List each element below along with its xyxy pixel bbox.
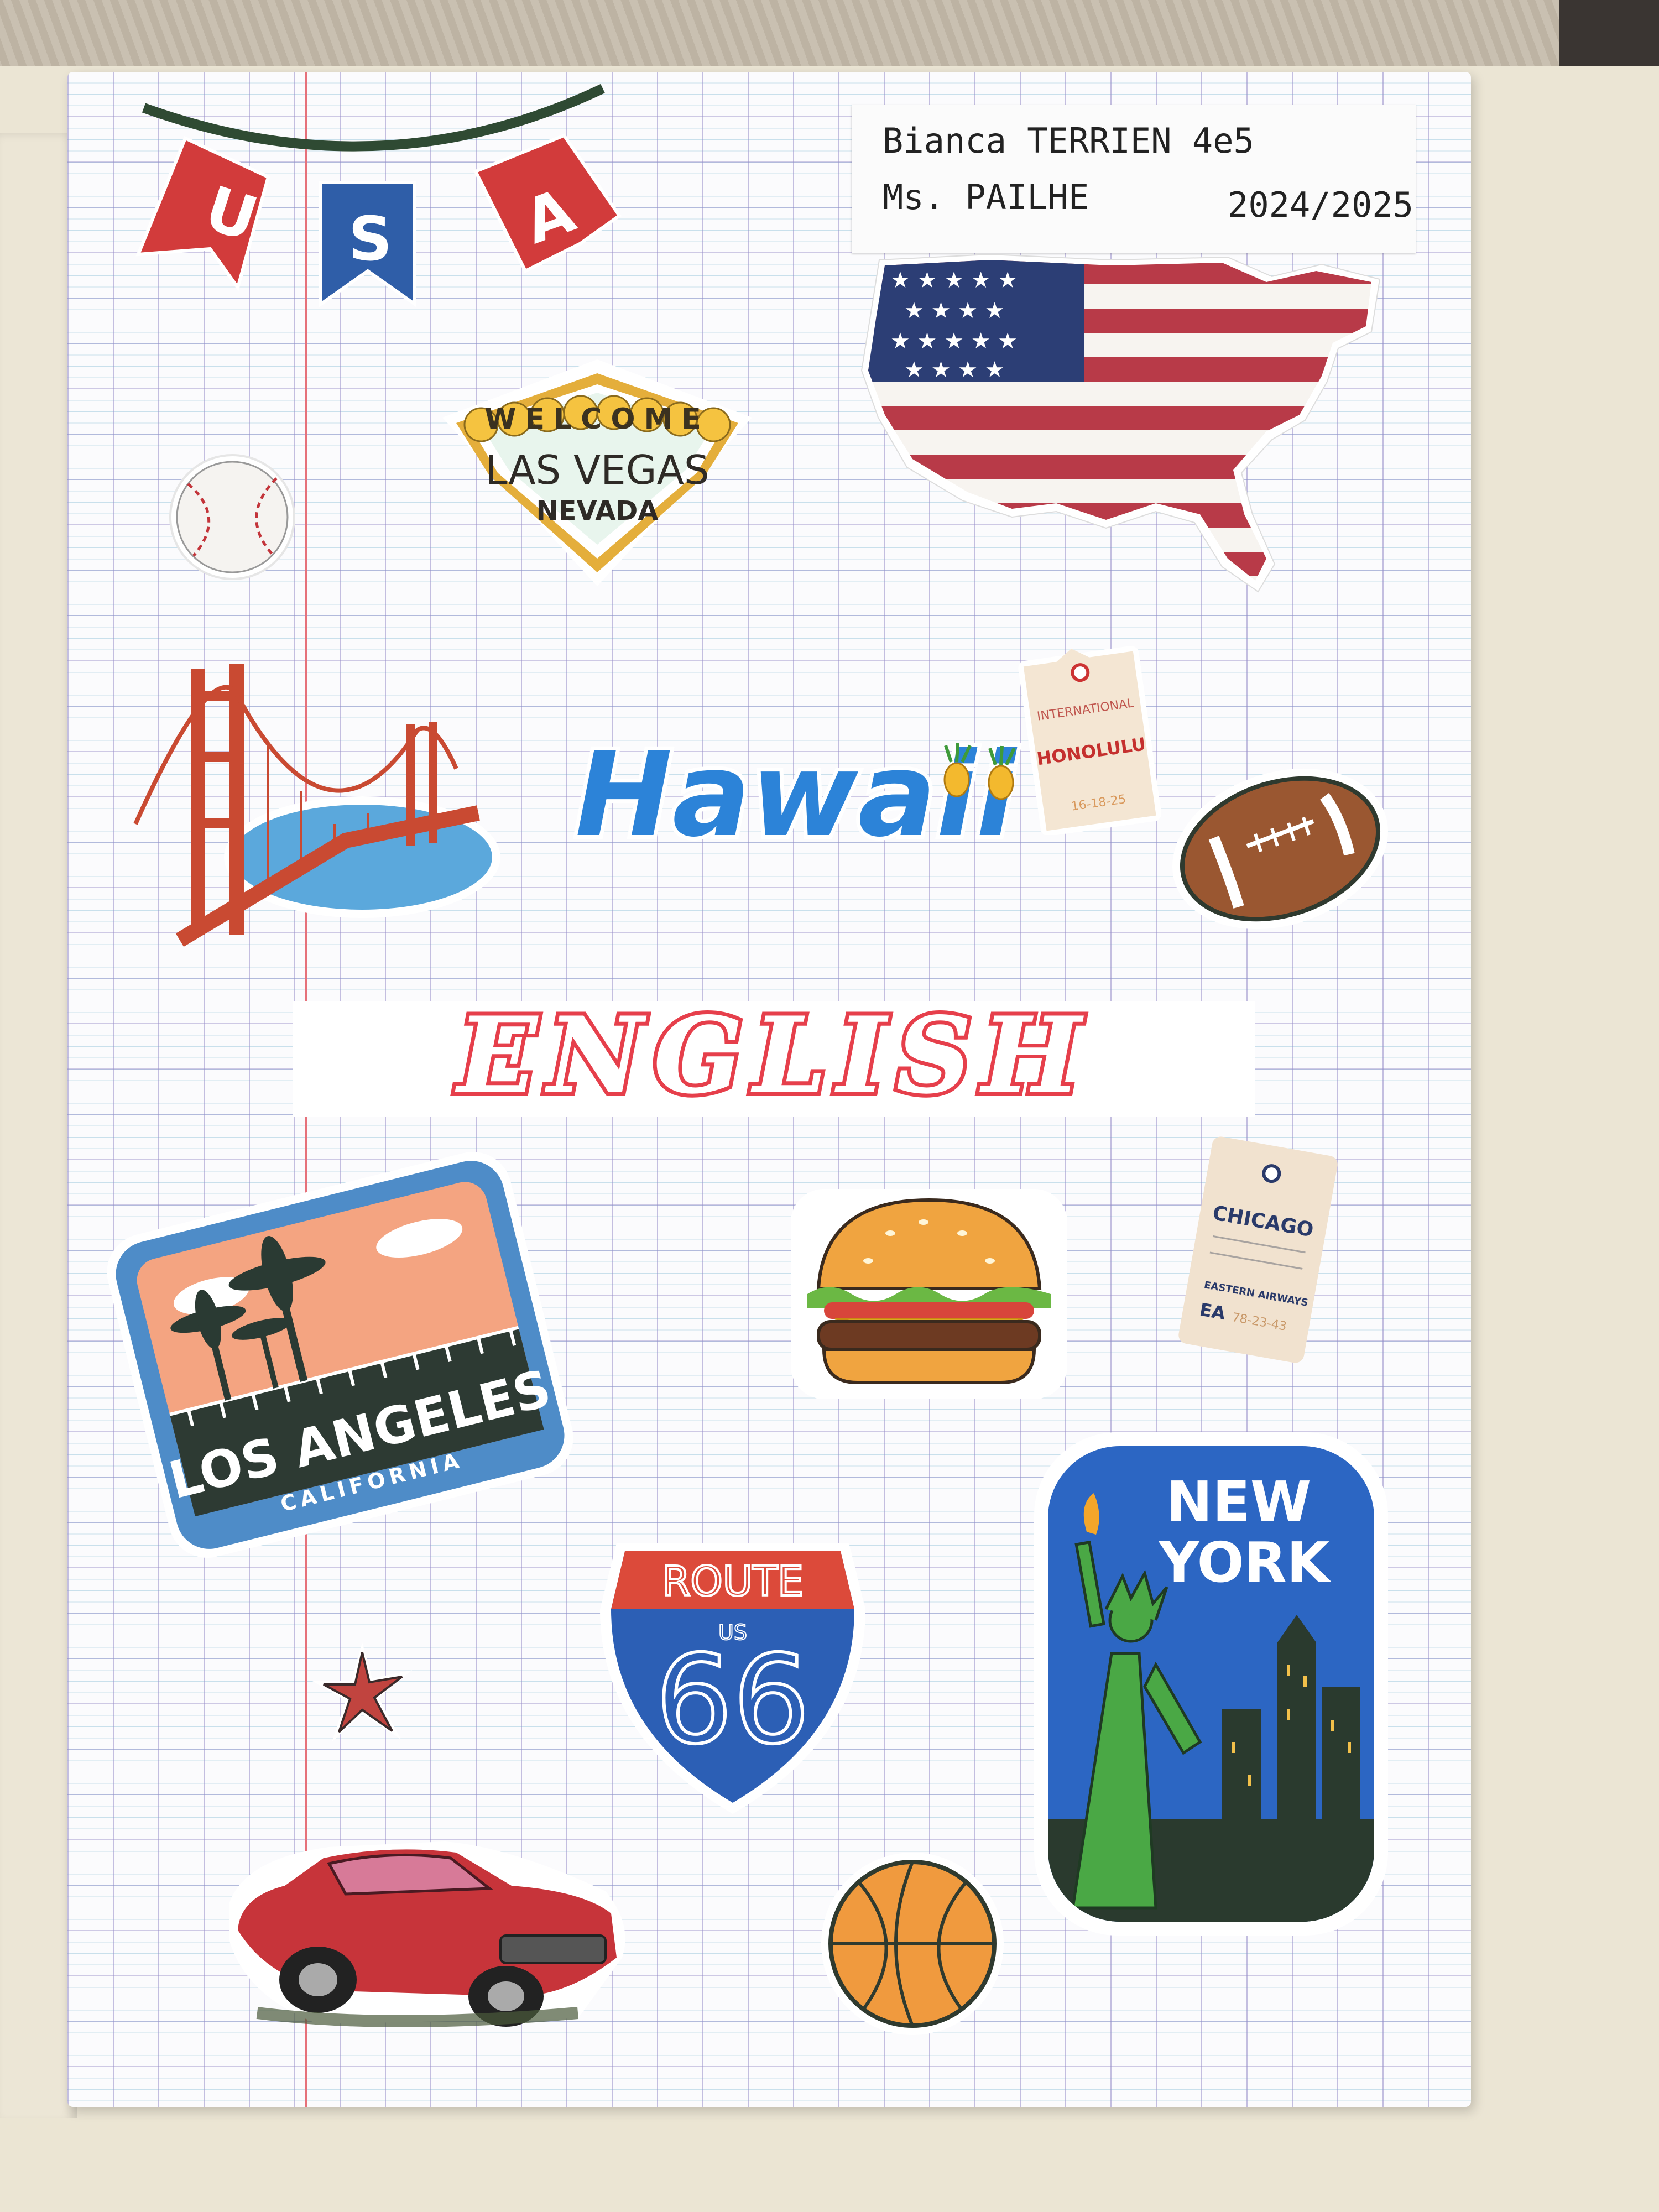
chicago-tag-code: EA	[1198, 1299, 1227, 1324]
svg-text:★ ★ ★ ★: ★ ★ ★ ★	[904, 298, 1005, 324]
basketball-sticker	[821, 1853, 1004, 2035]
route-66-number: 66	[655, 1629, 810, 1771]
student-name: Bianca TERRIEN 4e5	[883, 121, 1254, 161]
route-66-top-text: ROUTE	[662, 1558, 804, 1605]
honolulu-luggage-tag-sticker: INTERNATIONAL HONOLULU 16-18-25	[1018, 646, 1162, 835]
golden-gate-bridge-sticker	[133, 664, 500, 947]
ny-line2-text: YORK	[1159, 1530, 1332, 1595]
usa-bunting-sticker: U S A	[135, 84, 622, 307]
ny-line1-text: NEW	[1166, 1469, 1311, 1534]
hawaii-sticker: Hawaii	[571, 723, 1021, 867]
name-label: Bianca TERRIEN 4e5 Ms. PAILHE 2024/2025	[852, 105, 1416, 253]
new-york-sticker: NEW YORK	[1034, 1432, 1388, 1936]
los-angeles-sticker: LOS ANGELES CALIFORNIA	[107, 1152, 573, 1558]
svg-text:★ ★ ★ ★: ★ ★ ★ ★	[904, 357, 1005, 383]
las-vegas-sign-sticker: WELCOME LAS VEGAS NEVADA	[442, 359, 752, 586]
bunting-letter-s: S	[348, 204, 392, 274]
chicago-luggage-tag-sticker: CHICAGO EASTERN AIRWAYS EA 78-23-43	[1178, 1136, 1338, 1363]
table-bottom	[0, 2118, 1659, 2212]
american-football-sticker	[1172, 768, 1388, 930]
pineapple-icon	[943, 762, 970, 797]
red-muscle-car-sticker	[229, 1841, 625, 2027]
vegas-city-text: LAS VEGAS	[485, 447, 709, 493]
route-66-sticker: ROUTE US 66	[600, 1543, 865, 1814]
hamburger-sticker	[791, 1189, 1067, 1399]
english-title-sticker: ENGLISH	[293, 1001, 1255, 1117]
vegas-welcome-text: WELCOME	[484, 403, 710, 436]
usa-flag-map-sticker: ★ ★ ★ ★ ★ ★ ★ ★ ★ ★ ★ ★ ★ ★ ★ ★ ★ ★	[860, 253, 1381, 593]
svg-text:★ ★ ★ ★ ★: ★ ★ ★ ★ ★	[890, 328, 1018, 354]
pineapple-icon	[988, 765, 1014, 800]
teacher-name: Ms. PAILHE	[883, 177, 1089, 217]
vegas-state-text: NEVADA	[536, 495, 659, 526]
english-title-text: ENGLISH	[455, 1001, 1091, 1117]
svg-text:★ ★ ★ ★ ★: ★ ★ ★ ★ ★	[890, 268, 1018, 293]
star-burst-sticker	[312, 1642, 412, 1742]
school-year: 2024/2025	[1228, 185, 1413, 225]
baseball-sticker	[169, 454, 295, 580]
previous-page-edge	[0, 133, 77, 2124]
